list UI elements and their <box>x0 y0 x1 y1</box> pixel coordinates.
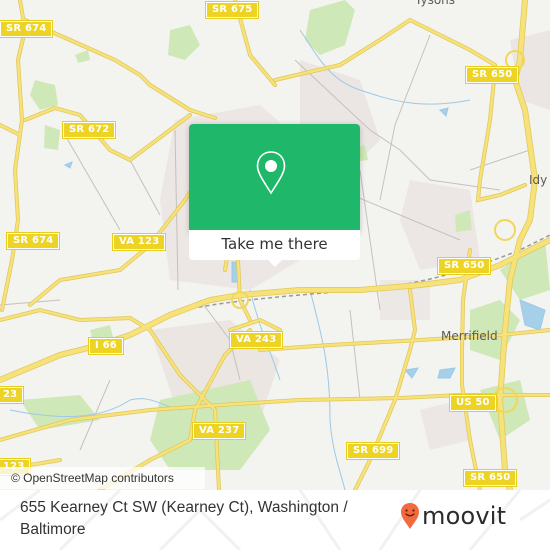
map-attribution[interactable]: © OpenStreetMap contributors <box>0 467 205 489</box>
map-pin-icon <box>256 151 286 195</box>
place-label-idylwood: Idy <box>529 173 548 187</box>
popup-pointer <box>266 258 284 267</box>
footer-bar: 655 Kearney Ct SW (Kearney Ct), Washingt… <box>0 490 550 550</box>
shield-sr-650-top: SR 650 <box>464 66 520 84</box>
shield-va-123: VA 123 <box>111 233 167 251</box>
shield-sr-675: SR 675 <box>204 1 260 19</box>
shield-va-243: VA 243 <box>228 331 284 349</box>
shield-va-123-edge: 23 <box>0 386 25 404</box>
map-screen: Tysons Idy Merrifield SR 675 SR 674 SR 6… <box>0 0 550 550</box>
shield-sr-699: SR 699 <box>345 442 401 460</box>
moovit-wordmark: moovit <box>422 502 507 530</box>
shield-sr-650-bottom: SR 650 <box>462 469 518 487</box>
moovit-pin-icon <box>401 503 419 529</box>
shield-sr-674-mid: SR 674 <box>5 232 61 250</box>
moovit-logo[interactable]: moovit <box>400 499 506 533</box>
address-text: 655 Kearney Ct SW (Kearney Ct), Washingt… <box>20 499 348 538</box>
shield-i-66: I 66 <box>88 337 124 355</box>
place-label-tysons: Tysons <box>415 0 456 7</box>
take-me-there-button[interactable]: Take me there <box>189 230 360 260</box>
place-label-merrifield: Merrifield <box>441 329 498 343</box>
shield-sr-650-mid: SR 650 <box>436 257 492 275</box>
shield-us-50: US 50 <box>449 394 497 412</box>
shield-sr-672: SR 672 <box>61 121 117 139</box>
shield-sr-674-top: SR 674 <box>0 20 54 38</box>
shield-va-237: VA 237 <box>191 422 247 440</box>
